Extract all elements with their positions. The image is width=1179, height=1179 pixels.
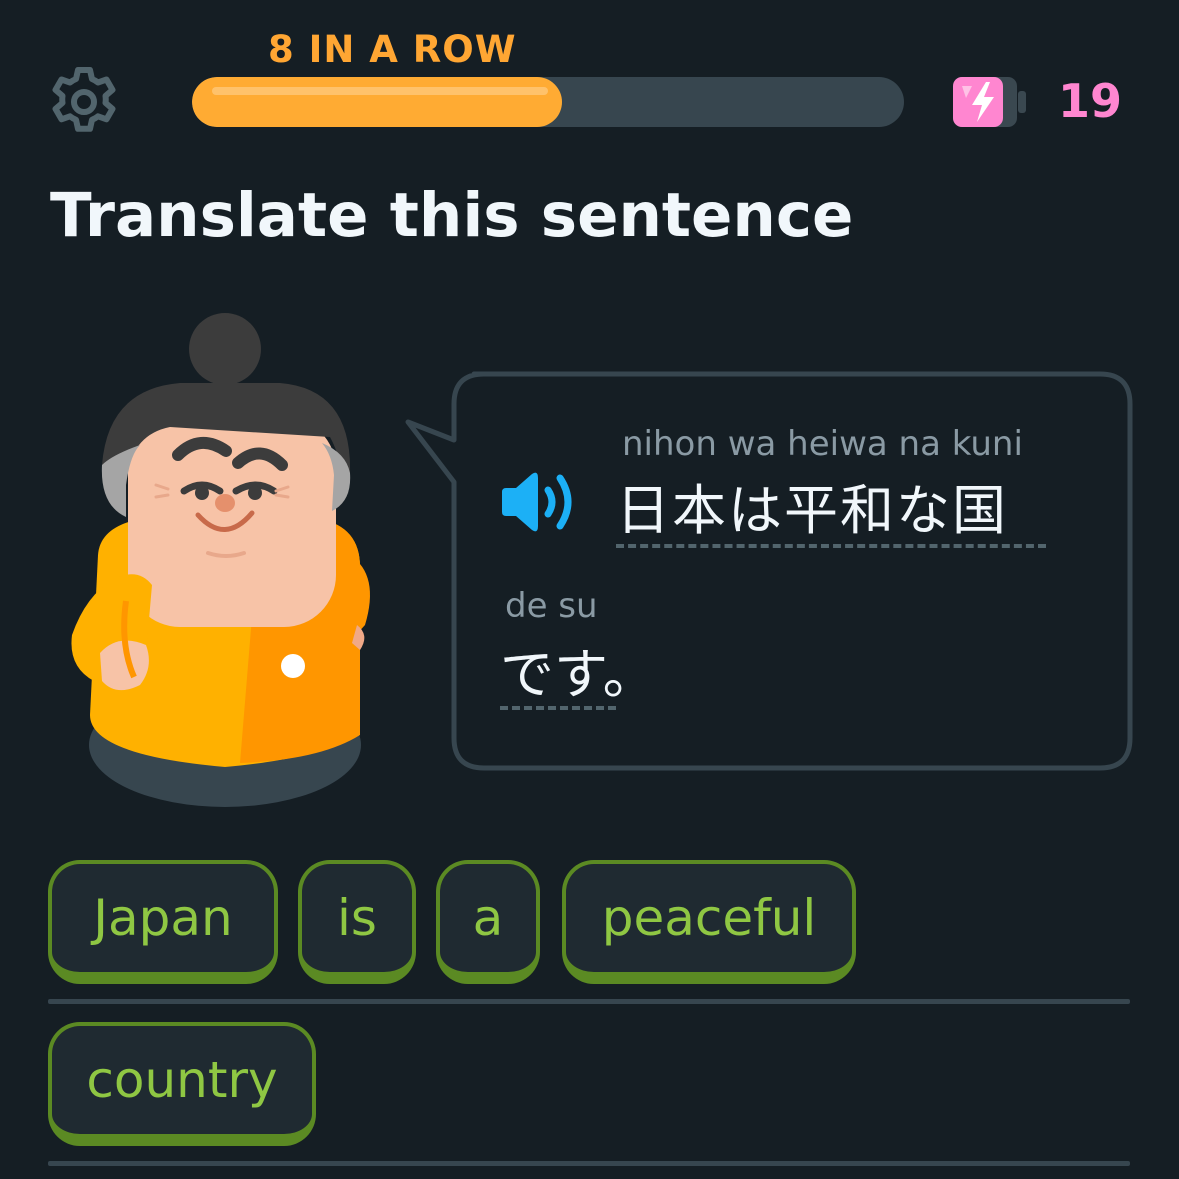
japanese-line-2[interactable]: です。 — [500, 630, 657, 709]
page-title: Translate this sentence — [50, 180, 854, 251]
lesson-progress-fill — [192, 77, 563, 127]
romaji-line-1: nihon wa heiwa na kuni — [622, 424, 1023, 464]
speaker-icon[interactable] — [498, 470, 580, 534]
streak-label: 8 IN A ROW — [268, 28, 517, 71]
japanese-line-1[interactable]: 日本は平和な国 — [616, 466, 1008, 545]
hint-underline-1 — [616, 544, 1046, 548]
word-tile-is[interactable]: is — [298, 860, 416, 984]
answer-line-2 — [48, 1161, 1130, 1166]
word-tile-japan[interactable]: Japan — [48, 860, 278, 984]
battery-bolt-icon[interactable] — [950, 74, 1034, 130]
romaji-line-2: de su — [505, 586, 598, 626]
word-tile-country[interactable]: country — [48, 1022, 316, 1146]
lesson-progress-bar — [192, 77, 904, 127]
word-tile-a[interactable]: a — [436, 860, 540, 984]
answer-line-1 — [48, 999, 1130, 1004]
energy-count: 19 — [1058, 74, 1123, 128]
settings-gear-icon[interactable] — [46, 64, 122, 140]
hint-underline-2 — [500, 706, 616, 710]
word-tile-peaceful[interactable]: peaceful — [562, 860, 856, 984]
character-illustration — [71, 313, 370, 807]
